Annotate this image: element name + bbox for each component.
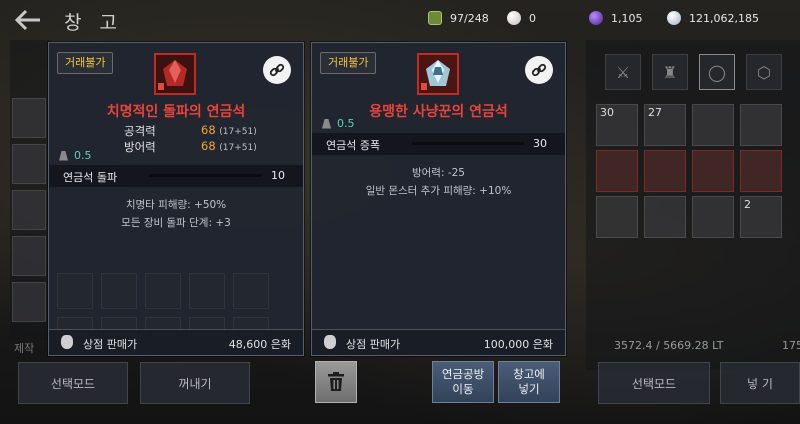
stat-label: 공격력: [124, 124, 156, 138]
link-share-button[interactable]: [525, 56, 553, 84]
armor-icon: ♜: [662, 62, 678, 82]
bar-track: [149, 174, 261, 177]
alchemy-stone-red-icon: [156, 55, 194, 93]
bar-value: 30: [533, 137, 547, 150]
bar-track: [412, 142, 524, 145]
store-in-warehouse-button[interactable]: 창고에 넣기: [498, 361, 560, 403]
weight-icon: [428, 11, 442, 25]
swords-icon: ⚔: [615, 62, 631, 82]
tab-gems[interactable]: ⬡: [746, 54, 782, 90]
inventory-slot[interactable]: [596, 150, 638, 192]
weight-icon: [322, 118, 331, 129]
top-bar: 창 고 97/248 0 1,105 121,062,185: [0, 0, 800, 40]
back-button[interactable]: [14, 8, 44, 34]
bar-label: 연금석 증폭: [326, 139, 381, 152]
inventory-slot[interactable]: [692, 150, 734, 192]
crystal-counter: 1,105: [589, 11, 643, 25]
crystal-icon: [589, 11, 603, 25]
stat-row: 공격력 68 (17+51): [49, 123, 303, 139]
storage-slot[interactable]: [12, 144, 46, 184]
effect-line: 방어력: -25: [411, 167, 465, 179]
silver-icon: [667, 11, 681, 25]
amplify-bar: 연금석 증폭 30: [312, 133, 565, 155]
item-tooltip-right: 거래불가 용맹한 사냥꾼의 연금석 0.5 연금석 증폭 30 방어력: -25…: [311, 42, 566, 356]
effect-line: 치명타 피해량: +50%: [125, 199, 227, 211]
select-mode-button-left[interactable]: 선택모드: [18, 362, 128, 404]
inventory-slot[interactable]: 30: [596, 104, 638, 146]
inventory-slot[interactable]: 2: [740, 196, 782, 238]
weight-icon: [59, 150, 68, 161]
trade-restricted-badge: 거래불가: [57, 52, 114, 74]
inventory-slot[interactable]: [644, 150, 686, 192]
inventory-slot[interactable]: [740, 104, 782, 146]
item-tooltip-left: 거래불가 치명적인 돌파의 연금석 공격력 68 (17+51) 방어력 68 …: [48, 42, 304, 356]
inventory-side-number: 175: [782, 339, 800, 352]
delete-button[interactable]: [315, 361, 357, 403]
stat-value: 68 (17+51): [201, 123, 257, 137]
gem-icon: ⬡: [757, 62, 771, 82]
trash-icon: [328, 372, 344, 391]
breakthrough-bar: 연금석 돌파 10: [49, 165, 303, 187]
item-icon-alchemy-stone-blue: [417, 53, 459, 95]
effect-line: 일반 몬스터 추가 피해량: +10%: [365, 185, 512, 197]
effect-line: 모든 장비 돌파 단계: +3: [121, 217, 231, 229]
sell-value: 48,600 은화: [228, 338, 291, 351]
storage-slot[interactable]: [12, 282, 46, 322]
item-icon-alchemy-stone-red: [154, 53, 196, 95]
inventory-slot[interactable]: [740, 150, 782, 192]
weight-value: 97/248: [450, 11, 489, 25]
storage-slot[interactable]: [12, 190, 46, 230]
shop-sell-price: 상점 판매가 100,000 은화: [312, 329, 565, 355]
tab-armor[interactable]: ♜: [652, 54, 688, 90]
put-in-button[interactable]: 넣 기: [720, 362, 800, 404]
item-weight: 0.5: [322, 117, 355, 130]
inventory-slot[interactable]: [644, 196, 686, 238]
stat-value: 68 (17+51): [201, 139, 257, 153]
craft-hint: 제작: [14, 342, 35, 355]
bar-value: 10: [271, 169, 285, 182]
inventory-slot[interactable]: [692, 196, 734, 238]
sell-label: 상점 판매가: [83, 338, 138, 351]
alchemy-workshop-move-button[interactable]: 연금공방 이동: [432, 361, 494, 403]
money-bag-icon: [324, 335, 336, 349]
inventory-slot[interactable]: 27: [644, 104, 686, 146]
trade-restricted-badge: 거래불가: [320, 52, 377, 74]
select-mode-button-right[interactable]: 선택모드: [598, 362, 710, 404]
arrow-left-icon: [14, 9, 40, 31]
link-icon: [269, 63, 285, 77]
alchemy-stone-blue-icon: [419, 55, 457, 93]
silver-value: 121,062,185: [689, 11, 759, 25]
pearl-icon: [507, 11, 521, 25]
bar-label: 연금석 돌파: [63, 171, 118, 184]
weight-counter: 97/248: [428, 11, 489, 25]
pearl-value: 0: [529, 11, 536, 25]
storage-grid-left: [10, 40, 50, 340]
take-out-button[interactable]: 꺼내기: [140, 362, 250, 404]
storage-slot[interactable]: [12, 98, 46, 138]
page-title: 창 고: [64, 12, 123, 34]
tab-accessory[interactable]: ◯: [699, 54, 735, 90]
shop-sell-price: 상점 판매가 48,600 은화: [49, 329, 303, 355]
link-share-button[interactable]: [263, 56, 291, 84]
money-bag-icon: [61, 335, 73, 349]
sell-label: 상점 판매가: [346, 338, 401, 351]
pearl-counter: 0: [507, 11, 536, 25]
inventory-slot[interactable]: [692, 104, 734, 146]
item-name: 치명적인 돌파의 연금석: [106, 104, 246, 120]
stat-label: 방어력: [124, 140, 156, 154]
crystal-value: 1,105: [611, 11, 643, 25]
item-weight: 0.5: [59, 149, 92, 162]
inventory-slot[interactable]: [596, 196, 638, 238]
link-icon: [531, 63, 547, 77]
tab-weapons[interactable]: ⚔: [605, 54, 641, 90]
ring-icon: ◯: [708, 62, 726, 82]
inventory-weight: 3572.4 / 5669.28 LT: [614, 339, 724, 352]
sell-value: 100,000 은화: [483, 338, 553, 351]
storage-slot[interactable]: [12, 236, 46, 276]
silver-counter: 121,062,185: [667, 11, 759, 25]
